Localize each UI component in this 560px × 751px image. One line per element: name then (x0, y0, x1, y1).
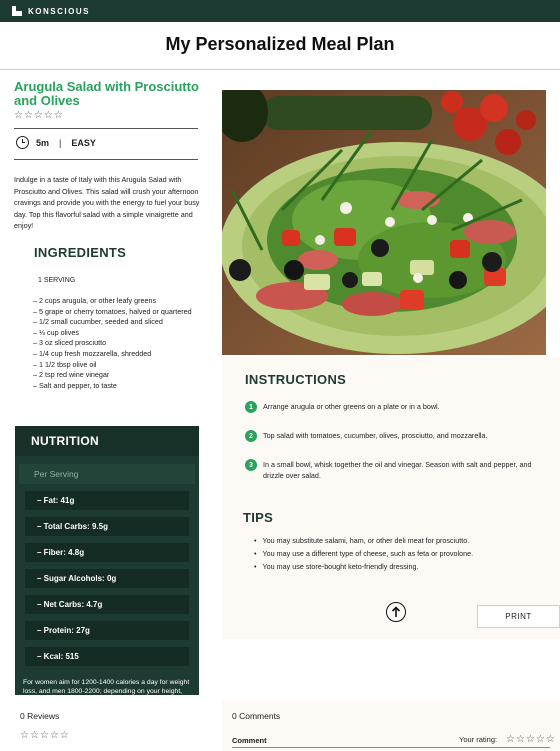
comment-textarea[interactable] (232, 747, 550, 751)
title-divider (0, 69, 560, 70)
logo-icon[interactable] (12, 6, 22, 16)
clock-icon (16, 136, 29, 149)
per-serving-label: Per Serving (19, 464, 195, 484)
ingredient-item: – 2 cups arugula, or other leafy greens (33, 296, 157, 305)
salad-illustration (222, 90, 546, 355)
recipe-difficulty: EASY (71, 137, 96, 148)
step-text: In a small bowl, whisk together the oil … (263, 460, 532, 480)
arrow-up-icon (391, 606, 401, 617)
step-text: Arrange arugula or other greens on a pla… (263, 402, 440, 411)
nutrition-heading: NUTRITION (15, 426, 199, 456)
comment-label: Comment (232, 736, 267, 745)
nutrition-row: – Fat: 41g (25, 491, 189, 510)
your-rating-label: Your rating: (459, 735, 498, 744)
serving-size: 1 SERVING (38, 277, 76, 284)
ingredient-item: – 1 1/2 tbsp olive oil (33, 359, 97, 369)
recipe-time: 5m (36, 137, 50, 148)
top-bar: KONSCIOUS (0, 0, 560, 22)
page-title: My Personalized Meal Plan (165, 34, 395, 54)
ingredient-item: – 3 oz sliced prosciutto (33, 338, 107, 348)
tip-item: You may use a different type of cheese, … (254, 547, 544, 560)
step-number: 3 (245, 459, 257, 471)
tips-heading: TIPS (243, 510, 274, 525)
ingredient-item: – 1/2 small cucumber, seeded and sliced (33, 317, 163, 327)
nutrition-row: – Total Carbs: 9.5g (25, 517, 189, 536)
meta-separator: | (59, 137, 62, 148)
ingredients-heading: INGREDIENTS (34, 245, 127, 260)
ingredients-list: – 2 cups arugula, or other leafy greens … (33, 296, 193, 391)
recipe-meta: 5m | EASY (16, 136, 96, 149)
instructions-heading: INSTRUCTIONS (245, 372, 347, 387)
step-number: 1 (245, 401, 257, 413)
nutrition-row: – Kcal: 515 (25, 647, 189, 666)
meta-divider-top (14, 128, 198, 129)
instruction-step: 2 Top salad with tomatoes, cucumber, oli… (245, 430, 545, 442)
ingredient-item: – ⅓ cup olives (33, 327, 79, 337)
recipe-intro: Indulge in a taste of Italy with this Ar… (14, 175, 200, 230)
print-button[interactable]: PRINT (477, 605, 560, 628)
nutrition-note: For women aim for 1200-1400 calories a d… (23, 679, 190, 705)
instruction-step: 1 Arrange arugula or other greens on a p… (245, 401, 545, 413)
tips-list: You may substitute salami, ham, or other… (254, 534, 544, 573)
comments-count: 0 Comments (232, 711, 281, 721)
nutrition-row: – Sugar Alcohols: 0g (25, 569, 189, 588)
instructions-panel (222, 357, 560, 639)
reviews-rating-stars[interactable]: ☆☆☆☆☆ (20, 730, 70, 741)
nutrition-panel: NUTRITION Per Serving – Fat: 41g – Total… (15, 426, 199, 704)
brand-name[interactable]: KONSCIOUS (28, 7, 90, 16)
nutrition-row: – Protein: 27g (25, 621, 189, 640)
ingredient-item: – 5 grape or cherry tomatoes, halved or … (33, 306, 192, 316)
recipe-rating-stars[interactable]: ☆☆☆☆☆ (14, 110, 64, 121)
scroll-to-top-button[interactable] (386, 602, 406, 622)
nutrition-row: – Net Carbs: 4.7g (25, 595, 189, 614)
recipe-title: Arugula Salad with Prosciutto and Olives (14, 79, 199, 108)
nutrition-row: – Fiber: 4.8g (25, 543, 189, 562)
reviews-count: 0 Reviews (20, 711, 60, 721)
your-rating-stars[interactable]: ☆☆☆☆☆ (506, 734, 556, 745)
meta-divider-bottom (14, 159, 198, 160)
instruction-step: 3 In a small bowl, whisk together the oi… (245, 459, 545, 481)
ingredient-item: – 2 tsp red wine vinegar (33, 370, 110, 380)
recipe-photo (222, 90, 546, 355)
step-text: Top salad with tomatoes, cucumber, olive… (263, 431, 488, 440)
tip-item: You may substitute salami, ham, or other… (254, 534, 544, 547)
tip-item: You may use store-bought keto-friendly d… (254, 560, 544, 573)
ingredient-item: – 1/4 cup fresh mozzarella, shredded (33, 348, 152, 358)
ingredient-item: – Salt and pepper, to taste (33, 380, 117, 390)
step-number: 2 (245, 430, 257, 442)
